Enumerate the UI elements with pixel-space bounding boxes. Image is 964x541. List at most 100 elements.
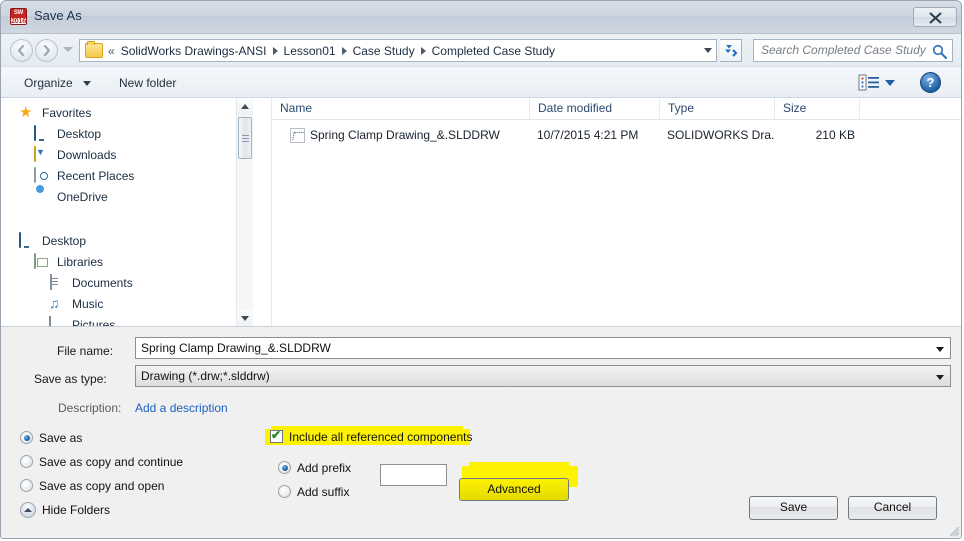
sidebar-item-desktop-root[interactable]: Desktop: [19, 231, 86, 250]
breadcrumb-overflow[interactable]: «: [108, 44, 115, 58]
cell-type: SOLIDWORKS Dra...: [667, 128, 775, 142]
cell-size: 210 KB: [815, 128, 855, 142]
radio-save-as-copy-and-open[interactable]: Save as copy and open: [20, 479, 164, 493]
breadcrumb-item-0[interactable]: SolidWorks Drawings-ANSI: [118, 43, 270, 59]
radio-save-as-copy-and-continue[interactable]: Save as copy and continue: [20, 455, 183, 469]
breadcrumb-item-3[interactable]: Completed Case Study: [429, 43, 558, 59]
app-icon-top-text: SW: [13, 10, 24, 16]
sidebar-item-label: Recent Places: [57, 168, 135, 183]
change-view-chevron-down-icon[interactable]: [885, 80, 895, 86]
column-header-size[interactable]: Size: [775, 98, 860, 119]
back-button[interactable]: [10, 39, 33, 62]
sidebar-item-recent-places[interactable]: Recent Places: [34, 166, 134, 185]
monitor-icon: [34, 124, 51, 142]
highlight-mark-advanced-top: [469, 462, 569, 468]
address-bar[interactable]: « SolidWorks Drawings-ANSI Lesson01 Case…: [79, 39, 717, 62]
checkbox-label: Include all referenced components: [289, 430, 473, 444]
refresh-icon: [725, 45, 738, 57]
download-icon: [34, 145, 51, 163]
recent-icon: [34, 166, 51, 184]
sidebar-item-pictures[interactable]: Pictures: [49, 315, 116, 327]
breadcrumb-item-2[interactable]: Case Study: [350, 43, 418, 59]
save-as-type-value: Drawing (*.drw;*.slddrw): [141, 369, 270, 383]
file-list: Name Date modified Type Size Spring Clam…: [272, 98, 961, 326]
breadcrumb-separator-icon[interactable]: [272, 46, 278, 55]
breadcrumb-separator-icon[interactable]: [420, 46, 426, 55]
sidebar-item-label: Documents: [72, 275, 133, 290]
change-view-button[interactable]: [857, 73, 883, 92]
column-header-blank[interactable]: [860, 98, 961, 119]
breadcrumb-separator-icon[interactable]: [341, 46, 347, 55]
sidebar-item-favorites[interactable]: ★ Favorites: [19, 103, 91, 122]
explorer-toolbar: Organize New folder ?: [1, 67, 961, 98]
add-description-link[interactable]: Add a description: [135, 401, 228, 415]
close-icon: [929, 12, 942, 24]
column-header-date-modified[interactable]: Date modified: [530, 98, 660, 119]
search-input[interactable]: Search Completed Case Study: [753, 39, 953, 62]
sidebar-item-label: Downloads: [57, 147, 117, 162]
navigation-pane-scrollbar[interactable]: [236, 98, 253, 326]
folder-icon: [85, 41, 103, 58]
file-name-label: File name:: [57, 344, 114, 358]
sidebar-item-desktop[interactable]: Desktop: [34, 124, 101, 143]
cell-name: Spring Clamp Drawing_&.SLDDRW: [310, 128, 500, 142]
checkbox-include-all-referenced-components[interactable]: Include all referenced components: [270, 428, 961, 444]
sidebar-item-label: Pictures: [72, 317, 116, 327]
sidebar-item-onedrive[interactable]: OneDrive: [34, 187, 108, 206]
resize-grip-icon[interactable]: [948, 525, 960, 537]
cancel-button[interactable]: Cancel: [848, 496, 937, 520]
view-list-icon: [858, 74, 879, 91]
cell-date-modified: 10/7/2015 4:21 PM: [537, 128, 639, 142]
refresh-button[interactable]: [720, 39, 742, 62]
scrollbar-thumb[interactable]: [238, 117, 252, 159]
file-name-chevron-down-icon[interactable]: [936, 347, 944, 352]
recent-pages-chevron-down-icon[interactable]: [63, 47, 73, 52]
radio-label: Add prefix: [297, 461, 352, 475]
radio-label: Save as copy and continue: [39, 455, 184, 469]
sidebar-item-music[interactable]: ♫ Music: [49, 294, 103, 313]
forward-button[interactable]: [35, 39, 58, 62]
file-name-value: Spring Clamp Drawing_&.SLDDRW: [141, 341, 331, 355]
star-icon: ★: [19, 103, 33, 121]
hide-folders-button[interactable]: Hide Folders: [20, 502, 110, 518]
picture-icon: [49, 315, 66, 326]
navigation-pane: ★ Favorites Desktop Downloads Recent Pla…: [1, 98, 253, 327]
scroll-down-icon[interactable]: [237, 310, 253, 326]
search-placeholder: Search Completed Case Study: [761, 43, 926, 57]
save-button[interactable]: Save: [749, 496, 838, 520]
music-icon: ♫: [49, 295, 60, 311]
radio-label: Save as: [39, 431, 83, 445]
file-name-input[interactable]: Spring Clamp Drawing_&.SLDDRW: [135, 337, 951, 359]
save-as-type-chevron-down-icon[interactable]: [936, 375, 944, 380]
hide-folders-label: Hide Folders: [42, 503, 111, 517]
save-as-type-label: Save as type:: [34, 372, 107, 386]
advanced-button[interactable]: Advanced: [459, 478, 569, 501]
slddrw-file-icon: [290, 128, 305, 143]
organize-chevron-down-icon[interactable]: [83, 81, 91, 86]
affix-text-input[interactable]: [380, 464, 447, 486]
breadcrumb-item-1[interactable]: Lesson01: [281, 43, 339, 59]
table-row[interactable]: Spring Clamp Drawing_&.SLDDRW 10/7/2015 …: [272, 125, 961, 146]
radio-label: Save as copy and open: [39, 479, 165, 493]
organize-button[interactable]: Organize: [19, 74, 78, 92]
scroll-up-icon[interactable]: [237, 98, 253, 115]
radio-add-suffix[interactable]: Add suffix: [278, 485, 349, 499]
sidebar-item-label: Desktop: [57, 126, 102, 141]
help-button[interactable]: ?: [920, 72, 941, 93]
solidworks-2016-icon: SW 2016: [10, 8, 27, 25]
radio-save-as[interactable]: Save as: [20, 431, 82, 445]
cloud-icon: [34, 189, 51, 205]
new-folder-button[interactable]: New folder: [114, 74, 181, 92]
column-header-name[interactable]: Name: [272, 98, 530, 119]
app-icon-year-text: 2016: [11, 18, 26, 25]
description-label: Description:: [58, 401, 122, 415]
sidebar-item-documents[interactable]: Documents: [49, 273, 133, 292]
address-dropdown-chevron-down-icon[interactable]: [704, 48, 712, 53]
close-button[interactable]: [913, 7, 957, 27]
sidebar-item-libraries[interactable]: Libraries: [34, 252, 103, 271]
radio-add-prefix[interactable]: Add prefix: [278, 461, 351, 475]
save-as-type-select[interactable]: Drawing (*.drw;*.slddrw): [135, 365, 951, 387]
save-as-dialog: SW 2016 Save As « SolidWorks Drawings-AN…: [0, 0, 962, 539]
sidebar-item-downloads[interactable]: Downloads: [34, 145, 116, 164]
column-header-type[interactable]: Type: [660, 98, 775, 119]
